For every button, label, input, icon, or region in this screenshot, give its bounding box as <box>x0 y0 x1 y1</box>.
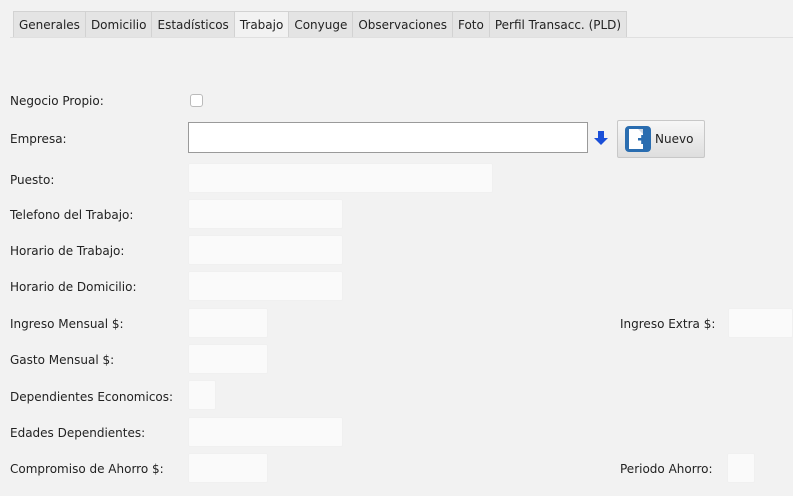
edades-label: Edades Dependientes: <box>10 426 146 440</box>
tab-foto[interactable]: Foto <box>451 11 490 38</box>
tab-perfil-transacc[interactable]: Perfil Transacc. (PLD) <box>488 11 628 38</box>
blue-down-arrow-icon <box>594 131 608 145</box>
puesto-input[interactable] <box>188 163 493 193</box>
new-document-icon <box>625 126 651 152</box>
tab-generales[interactable]: Generales <box>13 11 86 38</box>
dependientes-input[interactable] <box>188 380 216 410</box>
edades-input[interactable] <box>188 417 343 447</box>
periodo-ahorro-input[interactable] <box>727 453 755 483</box>
ingreso-extra-input[interactable] <box>728 308 793 338</box>
horario-domicilio-input[interactable] <box>188 271 343 301</box>
nuevo-button[interactable]: Nuevo <box>617 120 705 158</box>
compromiso-ahorro-input[interactable] <box>188 453 268 483</box>
empresa-dropdown-button[interactable] <box>591 128 611 148</box>
tab-conyuge[interactable]: Conyuge <box>288 11 354 38</box>
ingreso-mensual-input[interactable] <box>188 308 268 338</box>
dependientes-label: Dependientes Economicos: <box>10 390 174 404</box>
horario-domicilio-label: Horario de Domicilio: <box>10 280 137 294</box>
tab-trabajo[interactable]: Trabajo <box>233 11 290 38</box>
tab-observaciones[interactable]: Observaciones <box>352 11 453 38</box>
tab-divider <box>10 37 793 38</box>
periodo-ahorro-label: Periodo Ahorro: <box>620 462 713 476</box>
telefono-label: Telefono del Trabajo: <box>10 208 134 222</box>
ingreso-mensual-label: Ingreso Mensual $: <box>10 317 124 331</box>
nuevo-button-label: Nuevo <box>655 132 694 146</box>
horario-trabajo-input[interactable] <box>188 235 343 265</box>
negocio-propio-checkbox[interactable] <box>190 94 203 107</box>
puesto-label: Puesto: <box>10 173 55 187</box>
tab-bar: Generales Domicilio Estadísticos Trabajo… <box>13 11 628 38</box>
horario-trabajo-label: Horario de Trabajo: <box>10 244 125 258</box>
empresa-input[interactable] <box>188 122 588 153</box>
compromiso-ahorro-label: Compromiso de Ahorro $: <box>10 462 164 476</box>
negocio-propio-label: Negocio Propio: <box>10 94 104 108</box>
ingreso-extra-label: Ingreso Extra $: <box>620 317 716 331</box>
telefono-input[interactable] <box>188 199 343 229</box>
gasto-mensual-label: Gasto Mensual $: <box>10 353 115 367</box>
empresa-label: Empresa: <box>10 132 67 146</box>
tab-estadisticos[interactable]: Estadísticos <box>151 11 235 38</box>
tab-domicilio[interactable]: Domicilio <box>84 11 153 38</box>
gasto-mensual-input[interactable] <box>188 344 268 374</box>
